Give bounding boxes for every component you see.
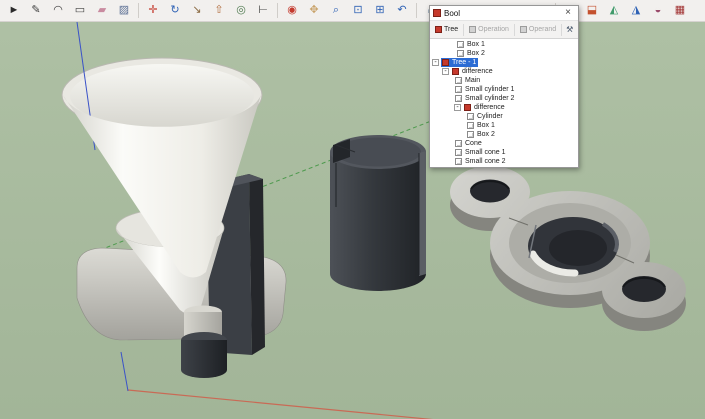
select-icon[interactable]: ► (5, 2, 23, 20)
solid-box-icon (467, 131, 474, 138)
tree-item[interactable]: Box 1 (430, 121, 578, 130)
tree-item[interactable]: Cone (430, 139, 578, 148)
tree-item-label: Cylinder (476, 113, 504, 120)
tree-item-label: difference (461, 68, 494, 75)
tree-item[interactable]: Box 2 (430, 130, 578, 139)
solid-box-icon (457, 50, 464, 57)
wrench-icon[interactable]: ⚒ (566, 25, 573, 34)
move-icon[interactable]: ✛ (144, 2, 162, 20)
main-toolbar: ►✎◠▭▰▨✛↻↘⇧◎⊢◉✥⌕⊡⊞↶⌂◫▣▢⧉◱⬒⬓◭◮◒▦ (0, 0, 705, 22)
toolbar-separator (277, 3, 278, 18)
tree-item[interactable]: Cylinder (430, 112, 578, 121)
tree-item[interactable]: - difference (430, 67, 578, 76)
rotate-icon[interactable]: ↻ (166, 2, 184, 20)
tree-item[interactable]: Box 2 (430, 49, 578, 58)
solid-box-icon (455, 158, 462, 165)
tree-button-label: Tree (444, 26, 458, 33)
difference-cube-icon (442, 59, 449, 66)
outer-shell-icon[interactable]: ◒ (649, 2, 667, 20)
expander-icon[interactable]: - (432, 59, 439, 66)
difference-cube-icon (464, 104, 471, 111)
bool-app-icon (433, 9, 441, 17)
expander-icon[interactable]: - (442, 68, 449, 75)
sketchup-window: { "colors": { "viewport_bg": "#a8bb9e", … (0, 0, 705, 419)
tree-item[interactable]: - Tree - 1 (430, 58, 578, 67)
solid-subtract-icon[interactable]: ⬓ (583, 2, 601, 20)
bool-tools-icon[interactable]: ▦ (671, 2, 689, 20)
toolbar-separator (416, 3, 417, 18)
pan-icon[interactable]: ✥ (305, 2, 323, 20)
solid-box-icon (467, 113, 474, 120)
spout-model[interactable] (181, 306, 227, 378)
solid-trim-icon[interactable]: ◭ (605, 2, 623, 20)
tree-item-label: Box 1 (466, 41, 486, 48)
dialog-toolbar: TreeOperationOperand⚒↥A (430, 20, 578, 39)
zoom-window-icon[interactable]: ⊡ (349, 2, 367, 20)
gray-cube-icon (520, 26, 527, 33)
separator (463, 24, 464, 36)
push-pull-icon[interactable]: ⇧ (210, 2, 228, 20)
bool-dialog: Bool × TreeOperationOperand⚒↥A Box 1Box … (429, 5, 579, 168)
cylinder-model[interactable] (330, 135, 426, 291)
tree-item-label: Cone (464, 140, 483, 147)
tree-item-label: Small cone 1 (464, 149, 506, 156)
solid-box-icon (457, 41, 464, 48)
tree-item[interactable]: Main (430, 76, 578, 85)
tree-item-label: Small cylinder 1 (464, 86, 515, 93)
paint-bucket-icon[interactable]: ▨ (115, 2, 133, 20)
tree-item-label: Small cylinder 2 (464, 95, 515, 102)
tree-item[interactable]: Box 1 (430, 40, 578, 49)
solid-box-icon (455, 149, 462, 156)
tree-item-label: Main (464, 77, 481, 84)
tree-item-label: Small cone 2 (464, 158, 506, 165)
arrow-up-icon[interactable]: ↥ (577, 25, 578, 34)
tree-item[interactable]: Small cone 2 (430, 157, 578, 166)
tree-item[interactable]: - difference (430, 103, 578, 112)
eraser-icon[interactable]: ▰ (93, 2, 111, 20)
red-cube-icon (435, 26, 442, 33)
bool-operation-tree[interactable]: Box 1Box 2-Tree - 1-differenceMainSmall … (430, 39, 578, 167)
gray-cube-icon (469, 26, 476, 33)
scale-icon[interactable]: ↘ (188, 2, 206, 20)
tree-item[interactable]: Small cylinder 1 (430, 85, 578, 94)
dialog-title: Bool (444, 9, 561, 18)
orbit-icon[interactable]: ◉ (283, 2, 301, 20)
operation-button-label: Operation (478, 26, 509, 33)
solid-box-icon (455, 86, 462, 93)
expander-icon[interactable]: - (454, 104, 461, 111)
separator (561, 24, 562, 36)
rectangle-icon[interactable]: ▭ (71, 2, 89, 20)
3d-viewport[interactable] (0, 22, 705, 419)
arc-icon[interactable]: ◠ (49, 2, 67, 20)
flange-bolt-hole (622, 276, 666, 302)
line-icon[interactable]: ✎ (27, 2, 45, 20)
solid-intersect-icon[interactable]: ◮ (627, 2, 645, 20)
flange-bolt-hole (470, 180, 510, 203)
operation-button[interactable]: Operation (466, 25, 512, 34)
tree-item-label: difference (473, 104, 506, 111)
solid-box-icon (455, 140, 462, 147)
solid-box-icon (455, 77, 462, 84)
tree-button[interactable]: Tree (432, 25, 461, 34)
tree-item[interactable]: Small cylinder 2 (430, 94, 578, 103)
dialog-titlebar[interactable]: Bool × (430, 6, 578, 20)
tree-item-label: Box 1 (476, 122, 496, 129)
zoom-icon[interactable]: ⌕ (327, 2, 345, 20)
operand-button-label: Operand (529, 26, 556, 33)
tree-item[interactable]: Small cone 1 (430, 148, 578, 157)
toolbar-separator (138, 3, 139, 18)
close-icon[interactable]: × (561, 6, 575, 20)
tree-item-label: Tree - 1 (451, 59, 477, 66)
offset-icon[interactable]: ◎ (232, 2, 250, 20)
tree-item-label: Box 2 (466, 50, 486, 57)
solid-box-icon (455, 95, 462, 102)
solid-box-icon (467, 122, 474, 129)
difference-cube-icon (452, 68, 459, 75)
zoom-extents-icon[interactable]: ⊞ (371, 2, 389, 20)
tape-measure-icon[interactable]: ⊢ (254, 2, 272, 20)
tree-item-label: Box 2 (476, 131, 496, 138)
operand-button[interactable]: Operand (517, 25, 559, 34)
separator (514, 24, 515, 36)
previous-view-icon[interactable]: ↶ (393, 2, 411, 20)
